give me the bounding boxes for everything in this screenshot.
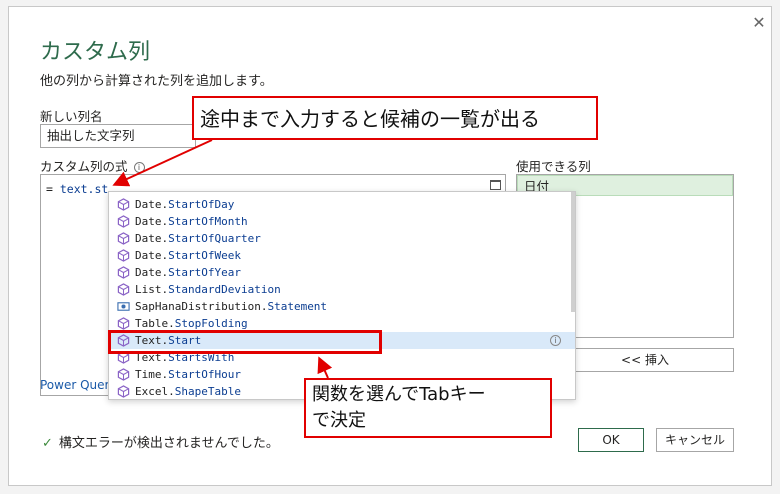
formula-label: カスタム列の式 i xyxy=(40,156,145,175)
suggestion-item[interactable]: Date.StartOfQuarter xyxy=(109,230,575,247)
new-column-name-input[interactable]: 抽出した文字列 xyxy=(40,124,196,148)
function-cube-icon xyxy=(117,368,130,381)
suggestion-prefix: Date. xyxy=(135,266,169,279)
enum-icon xyxy=(117,300,130,313)
ok-button[interactable]: OK xyxy=(578,428,644,452)
callout-tab-confirm-line2: で決定 xyxy=(312,410,366,431)
function-cube-icon xyxy=(117,198,130,211)
suggestion-item[interactable]: Date.StartOfDay xyxy=(109,196,575,213)
available-columns-label: 使用できる列 xyxy=(516,159,591,174)
suggestion-item[interactable]: List.StandardDeviation xyxy=(109,281,575,298)
selection-highlight-frame xyxy=(108,330,382,354)
info-icon[interactable]: i xyxy=(133,162,145,173)
suggestion-name: StartOfQuarter xyxy=(168,232,261,245)
maximize-icon[interactable] xyxy=(490,180,501,190)
suggestion-name: StartOfHour xyxy=(168,368,241,381)
suggestion-name: StopFolding xyxy=(174,317,248,330)
dialog-subtitle: 他の列から計算された列を追加します。 xyxy=(40,74,273,89)
suggestion-item[interactable]: Date.StartOfYear xyxy=(109,264,575,281)
formula-label-text: カスタム列の式 xyxy=(40,159,128,174)
suggestion-item[interactable]: Date.StartOfMonth xyxy=(109,213,575,230)
autocomplete-list: Date.StartOfDay Date.StartOfMonth Date.Sta… xyxy=(108,191,576,400)
cancel-button[interactable]: キャンセル xyxy=(656,428,734,452)
suggestion-prefix: List. xyxy=(135,283,169,296)
suggestion-prefix: Date. xyxy=(135,198,169,211)
suggestion-name: ShapeTable xyxy=(174,385,241,398)
suggestion-name: StartOfDay xyxy=(168,198,235,211)
suggestion-name: Statement xyxy=(267,300,328,313)
suggestion-prefix: Date. xyxy=(135,232,169,245)
suggestion-name: StandardDeviation xyxy=(168,283,281,296)
suggestion-prefix: Date. xyxy=(135,215,169,228)
suggestion-item[interactable]: Date.StartOfWeek xyxy=(109,247,575,264)
suggestion-name: StartOfMonth xyxy=(168,215,248,228)
dialog-title: カスタム列 xyxy=(40,40,151,65)
syntax-status-text: 構文エラーが検出されませんでした。 xyxy=(58,436,279,451)
callout-tab-confirm: 関数を選んでTabキー で決定 xyxy=(304,378,552,438)
info-icon[interactable]: i xyxy=(550,335,561,346)
formula-typed-text: text.st xyxy=(59,182,109,196)
suggestion-prefix: SapHanaDistribution. xyxy=(135,300,268,313)
suggestion-prefix: Table. xyxy=(135,317,175,330)
function-cube-icon xyxy=(117,266,130,279)
formula-text[interactable]: = text.st xyxy=(46,182,108,196)
suggestion-prefix: Excel. xyxy=(135,385,175,398)
suggestion-name: StartOfYear xyxy=(168,266,241,279)
function-cube-icon xyxy=(117,232,130,245)
function-cube-icon xyxy=(117,283,130,296)
function-cube-icon xyxy=(117,385,130,398)
function-cube-icon xyxy=(117,249,130,262)
suggestion-item[interactable]: SapHanaDistribution.Statement xyxy=(109,298,575,315)
formula-prefix: = xyxy=(46,182,60,196)
callout-tab-confirm-line1: 関数を選んでTabキー xyxy=(312,384,486,405)
syntax-status: ✓ 構文エラーが検出されませんでした。 xyxy=(42,432,279,451)
power-query-formula-link[interactable]: Power Quer xyxy=(40,378,109,392)
suggestion-prefix: Time. xyxy=(135,368,169,381)
checkmark-icon: ✓ xyxy=(42,436,53,451)
new-column-label: 新しい列名 xyxy=(40,109,103,124)
suggestion-prefix: Date. xyxy=(135,249,169,262)
callout-suggestion-list: 途中まで入力すると候補の一覧が出る xyxy=(192,96,598,140)
function-cube-icon xyxy=(117,215,130,228)
suggestion-name: StartOfWeek xyxy=(168,249,241,262)
close-icon[interactable]: ✕ xyxy=(751,15,767,31)
function-cube-icon xyxy=(117,317,130,330)
